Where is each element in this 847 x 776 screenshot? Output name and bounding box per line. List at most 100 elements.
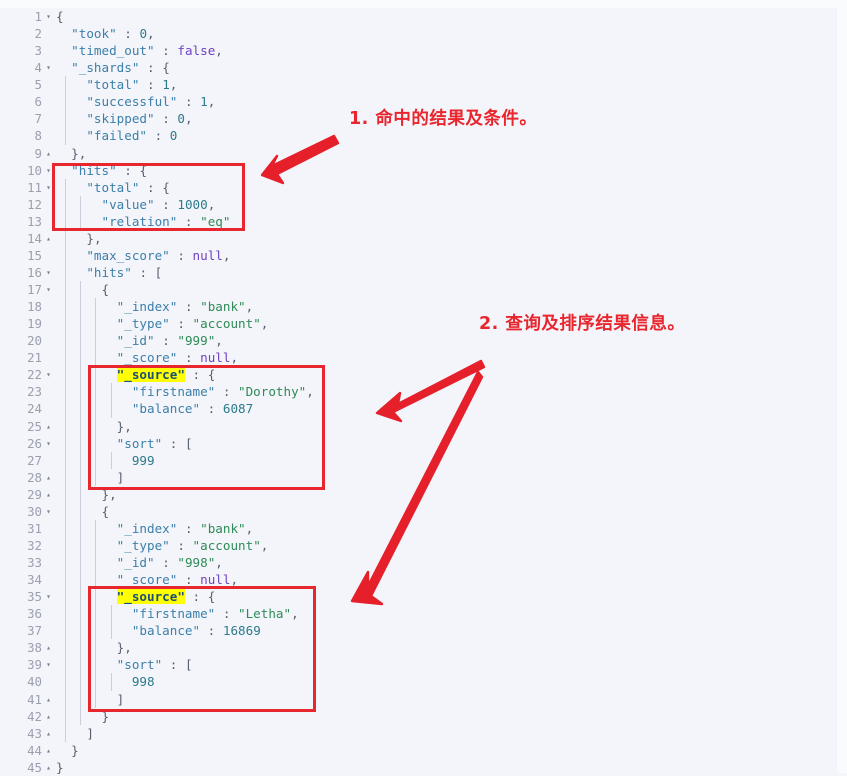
indent-guide [80,434,82,452]
line-content: "hits" : [ [44,263,837,281]
code-line[interactable]: 2 "took" : 0, [0,25,837,42]
line-content: }, [44,229,837,247]
line-content: "_index" : "bank", [44,519,837,537]
code-line[interactable]: 42 ▴ } [0,707,837,725]
indent-guide [80,212,82,230]
code-line[interactable]: 28 ▴ ] [0,468,837,486]
code-line[interactable]: 41 ▴ ] [0,690,837,708]
line-number: 29 ▴ [0,486,51,503]
code-line[interactable]: 26 ▾ "sort" : [ [0,434,837,452]
line-number: 27 [27,452,42,468]
indent-guide [65,332,67,350]
code-line[interactable]: 19 "_type" : "account", [0,315,837,333]
indent-guide [95,451,97,469]
line-content: "balance" : 6087 [44,400,837,418]
code-line[interactable]: 34 "_score" : null, [0,571,837,589]
line-content: "took" : 0, [71,26,155,42]
code-line[interactable]: 24 "balance" : 6087 [0,400,837,418]
line-content: 998 [44,673,837,691]
indent-guide [95,673,97,691]
line-content: "_source" : { [44,588,837,606]
indent-guide [65,639,67,657]
code-line[interactable]: 10 ▾ "hits" : { [0,162,837,179]
line-content: }, [44,485,837,503]
code-line[interactable]: 18 "_index" : "bank", [0,298,837,316]
indent-guide [80,468,82,486]
indent-guide [65,417,67,435]
code-line[interactable]: 6 "successful" : 1, [0,93,837,111]
code-line[interactable]: 43 ▴ ] [0,724,837,742]
code-line[interactable]: 36 "firstname" : "Letha", [0,605,837,623]
code-line[interactable]: 17 ▾ { [0,281,837,299]
code-line[interactable]: 14 ▴ }, [0,229,837,247]
code-line[interactable]: 16 ▾ "hits" : [ [0,263,837,281]
code-line[interactable]: 38 ▴ }, [0,639,837,657]
indent-guide [65,690,67,708]
code-line[interactable]: 40 998 [0,673,837,691]
indent-guide [65,485,67,503]
code-line[interactable]: 39 ▾ "sort" : [ [0,656,837,674]
indent-guide [65,110,67,128]
code-line[interactable]: 13 "relation" : "eq" [0,212,837,230]
code-line[interactable]: 1 ▾ { [0,8,837,25]
indent-guide [80,451,82,469]
code-line[interactable]: 37 "balance" : 16869 [0,622,837,640]
code-line[interactable]: 29 ▴ }, [0,485,837,503]
indent-guide [65,451,67,469]
indent-guide [95,536,97,554]
line-number: 1 ▾ [0,8,51,25]
line-number: 13 [27,213,42,229]
code-line[interactable]: 12 "value" : 1000, [0,195,837,213]
line-number: 26 ▾ [0,435,51,452]
line-content: "sort" : [ [44,434,837,452]
line-content: { [56,9,64,24]
code-line[interactable]: 8 "failed" : 0 [0,127,837,145]
line-content: } [56,759,64,775]
line-number: 24 [27,401,42,417]
indent-guide [95,366,97,384]
code-line[interactable]: 30 ▾ { [0,502,837,520]
indent-guide [95,639,97,657]
code-line[interactable]: 27 999 [0,451,837,469]
line-content: "firstname" : "Dorothy", [44,383,837,401]
line-number: 43 ▴ [0,725,51,742]
line-content: "timed_out" : false, [71,43,223,59]
code-line[interactable]: 5 "total" : 1, [0,76,837,94]
code-line[interactable]: 11 ▾ "total" : { [0,178,837,196]
code-line[interactable]: 7 "skipped" : 0, [0,110,837,128]
line-number: 30 ▾ [0,503,51,520]
json-code-viewer[interactable]: 1 ▾ {2 "took" : 0, 3 "timed_out" : false, 4 ▾… [0,8,837,776]
code-line[interactable]: 15 "max_score" : null, [0,246,837,264]
line-content: "_id" : "998", [44,554,837,572]
indent-guide [110,605,112,623]
code-line[interactable]: 20 "_id" : "999", [0,332,837,350]
line-content: ] [44,690,837,708]
code-line[interactable]: 32 "_type" : "account", [0,536,837,554]
indent-guide [80,519,82,537]
code-line[interactable]: 23 "firstname" : "Dorothy", [0,383,837,401]
code-line[interactable]: 35 ▾ "_source" : { [0,588,837,606]
line-content: "sort" : [ [44,656,837,674]
code-line[interactable]: 33 "_id" : "998", [0,554,837,572]
line-number: 6 [34,94,42,110]
line-content: }, [71,145,87,161]
line-number: 18 [27,299,42,315]
code-line[interactable]: 21 "_score" : null, [0,349,837,367]
code-line[interactable]: 9 ▴ }, [0,145,837,162]
line-content: "value" : 1000, [44,195,837,213]
indent-guide [80,485,82,503]
line-content: ] [44,468,837,486]
indent-guide [65,588,67,606]
line-number: 15 [27,247,42,263]
line-content: }, [44,639,837,657]
code-line[interactable]: 4 ▾ "_shards" : { [0,59,837,76]
indent-guide [65,724,67,742]
code-line[interactable]: 22 ▾ "_source" : { [0,366,837,384]
indent-guide [80,622,82,640]
code-line[interactable]: 3 "timed_out" : false, [0,42,837,59]
code-line[interactable]: 44 ▴ } [0,742,837,759]
line-number: 9 ▴ [0,145,51,162]
code-line[interactable]: 25 ▴ }, [0,417,837,435]
code-line[interactable]: 31 "_index" : "bank", [0,519,837,537]
code-line[interactable]: 45 ▴} [0,759,837,776]
